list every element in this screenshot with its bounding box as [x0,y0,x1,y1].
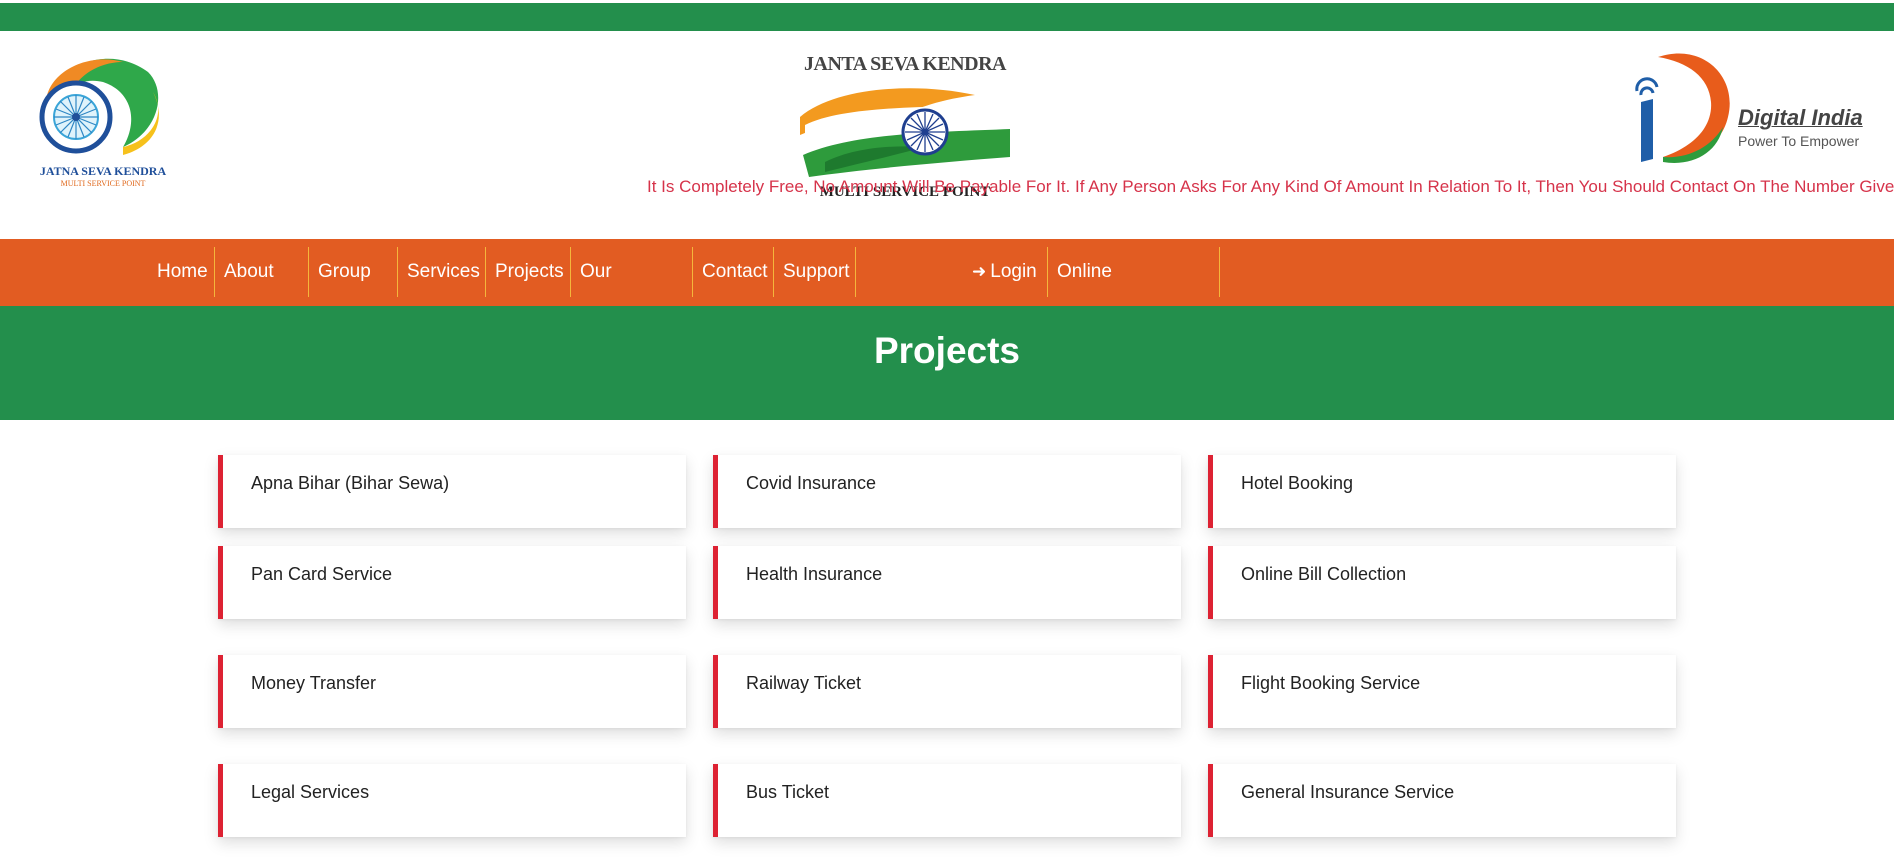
notice-marquee: It Is Completely Free, No Amount Will Be… [0,175,1894,199]
nav-support[interactable]: Support [774,247,856,297]
nav-online-registration[interactable]: Online Registration [1048,247,1220,332]
digital-india-swoosh-icon [1635,53,1730,163]
project-card[interactable]: Online Bill Collection [1208,546,1676,619]
project-card[interactable]: General Insurance Service [1208,764,1676,837]
project-card[interactable]: Railway Ticket [713,655,1181,728]
nav-home[interactable]: Home [148,247,215,297]
project-card[interactable]: Money Transfer [218,655,686,728]
project-card-label: Money Transfer [251,673,377,693]
nav-group[interactable]: Group [309,247,398,325]
nav-projects[interactable]: Projects [486,247,571,297]
project-card-label: Apna Bihar (Bihar Sewa) [251,473,450,493]
project-card[interactable]: Flight Booking Service [1208,655,1676,728]
project-card[interactable]: Hotel Booking [1208,455,1676,528]
page-title: Projects [873,330,1020,371]
right-logo-tagline: Power To Empower [1738,133,1860,149]
project-card-label: Flight Booking Service [1241,673,1421,693]
project-card-label: Health Insurance [746,564,883,584]
nav-our-partners[interactable]: Our Partners [571,247,693,332]
digital-india-logo[interactable]: Digital India Power To Empower [1623,47,1873,177]
page-banner: Projects [0,306,1894,420]
top-strip [0,0,1894,31]
chakra-swirl-logo-icon [39,58,159,155]
right-logo-title: Digital India [1738,105,1863,130]
project-card-label: Hotel Booking [1241,473,1354,493]
notice-text: It Is Completely Free, No Amount Will Be… [647,177,1894,196]
nav-login[interactable]: ➜ Login [963,247,1048,297]
project-card-label: Railway Ticket [746,673,862,693]
nav-contact[interactable]: Contact [693,247,774,297]
center-logo-title: JANTA SEVA KENDRA [804,53,1006,75]
nav-services[interactable]: Services [398,247,486,297]
jatna-seva-kendra-logo[interactable]: JATNA SEVA KENDRA MULTI SERVICE POINT [28,47,178,188]
project-card[interactable]: Health Insurance [713,546,1181,619]
project-card-label: General Insurance Service [1241,782,1455,802]
project-card-label: Online Bill Collection [1241,564,1407,584]
top-green-bar [0,3,1894,31]
sign-in-icon: ➜ [972,262,987,281]
nav-about-us[interactable]: About Us [215,247,309,332]
tricolor-flag-icon [800,88,1010,177]
project-card-label: Legal Services [251,782,370,802]
project-card-label: Bus Ticket [746,782,830,802]
project-card[interactable]: Covid Insurance [713,455,1181,528]
site-header: JATNA SEVA KENDRA MULTI SERVICE POINT JA… [0,31,1894,239]
project-card-label: Covid Insurance [746,473,877,493]
project-card[interactable]: Legal Services [218,764,686,837]
main-navbar: Home About Us Group Services Projects Ou… [0,239,1894,332]
project-card-label: Pan Card Service [251,564,393,584]
project-card[interactable]: Pan Card Service [218,546,686,619]
nav-login-label: Login [990,261,1037,282]
project-card[interactable]: Bus Ticket [713,764,1181,837]
project-card[interactable]: Apna Bihar (Bihar Sewa) [218,455,686,528]
nav-group-label: Group [318,261,371,282]
